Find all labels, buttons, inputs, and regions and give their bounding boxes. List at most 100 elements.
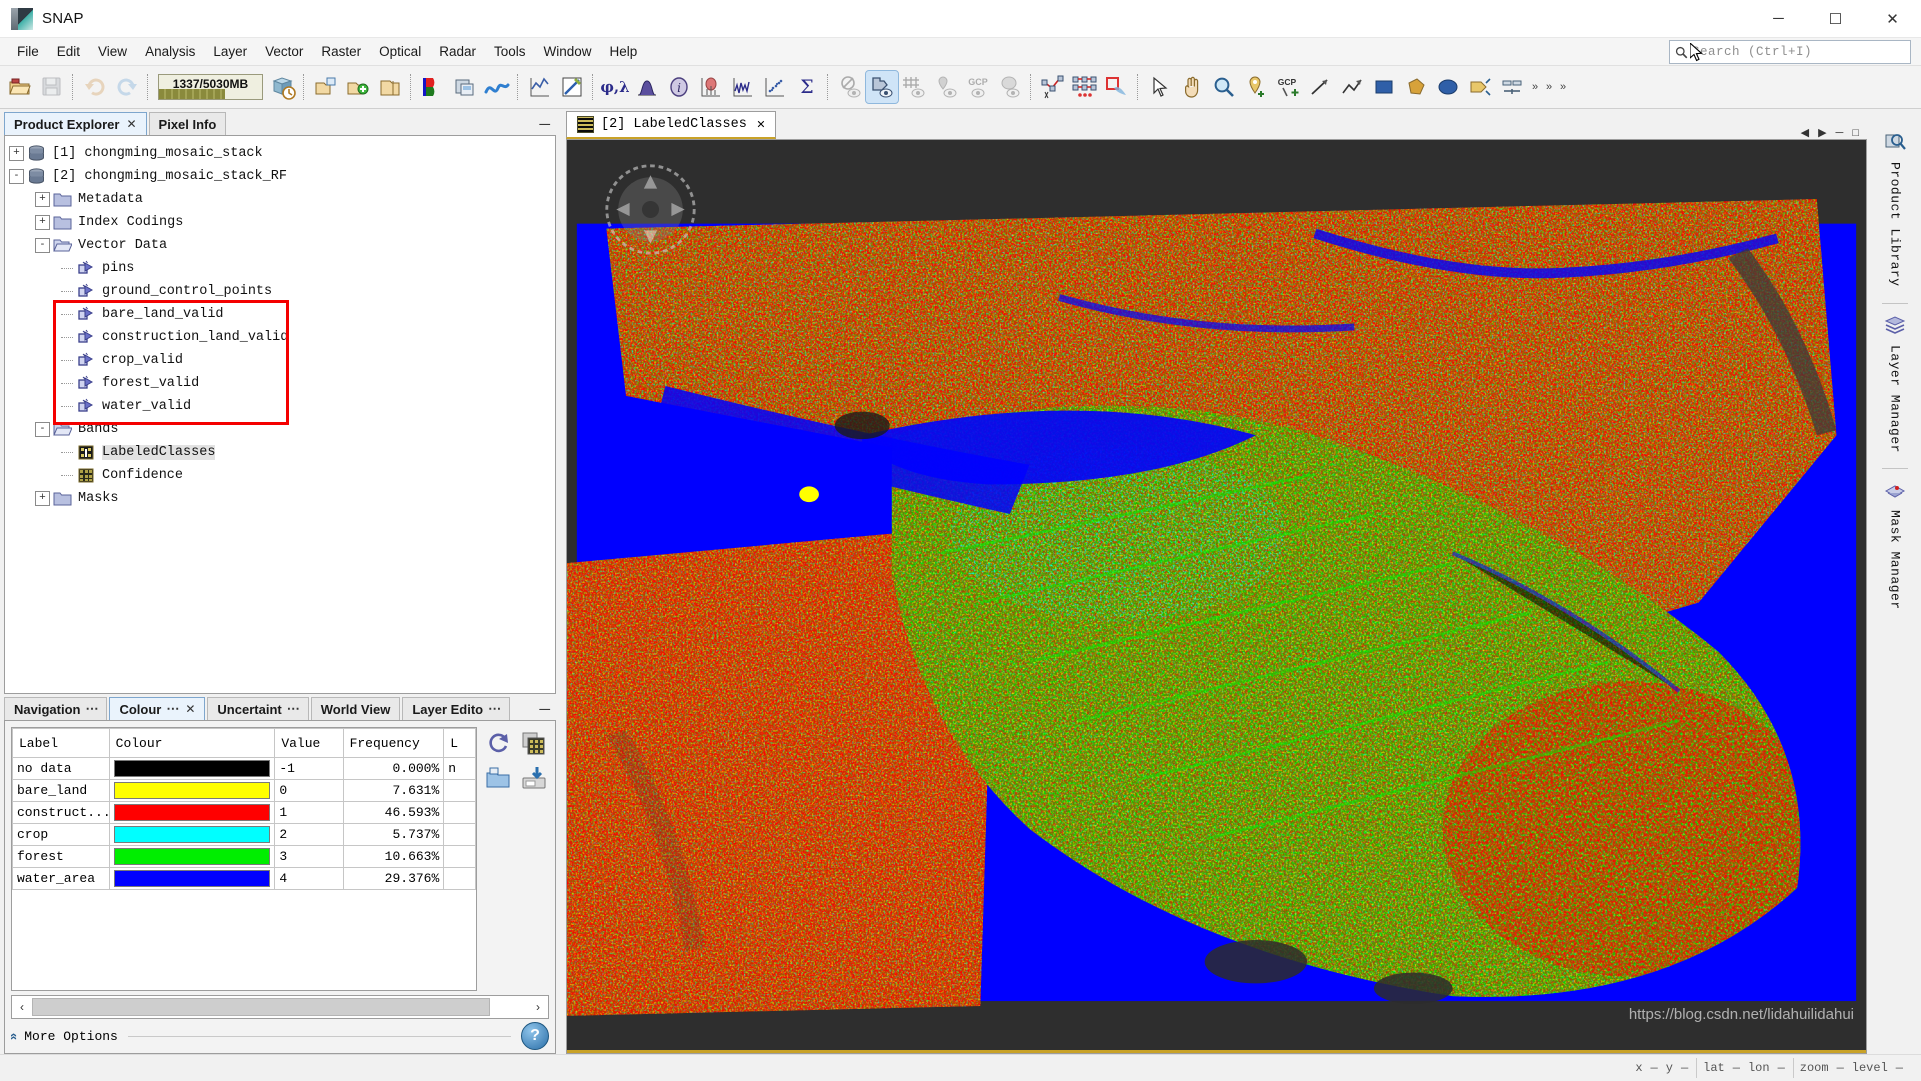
tab-uncertainty[interactable]: Uncertaint ⋯: [207, 697, 309, 720]
colour-manip-icon[interactable]: [556, 71, 588, 103]
geometry-overlay-icon[interactable]: [865, 70, 899, 104]
colour-table-wrapper[interactable]: Label Colour Value Frequency L no data -1 0.00…: [11, 727, 477, 991]
colour-table-header-l[interactable]: L: [443, 728, 476, 758]
class-label-cell[interactable]: construct...: [12, 801, 111, 824]
pin-tool-icon[interactable]: [1240, 71, 1272, 103]
tree-node-crop-valid[interactable]: crop_valid: [9, 349, 555, 372]
colour-table-header-label[interactable]: Label: [12, 728, 110, 758]
scroll-left-icon[interactable]: ‹: [12, 1000, 32, 1014]
menu-raster[interactable]: Raster: [312, 40, 370, 63]
magic-wand-icon[interactable]: [1069, 71, 1101, 103]
menu-view[interactable]: View: [89, 40, 136, 63]
class-colour-cell[interactable]: [108, 823, 276, 846]
colour-table-row[interactable]: no data -1 0.000% n: [12, 757, 476, 780]
colour-table-header-value[interactable]: Value: [274, 728, 344, 758]
more-options-label[interactable]: More Options: [24, 1029, 118, 1044]
colour-swatch[interactable]: [113, 760, 271, 777]
tree-node-masks[interactable]: + Masks: [9, 487, 555, 510]
polyline-drawing-icon[interactable]: [1037, 71, 1069, 103]
toolbar-overflow-chevron[interactable]: »: [1528, 71, 1542, 103]
explorer-minimize-button[interactable]: ─: [539, 116, 560, 135]
search-input[interactable]: Search (Ctrl+I): [1669, 40, 1911, 64]
colour-swatch[interactable]: [113, 826, 271, 843]
class-colour-cell[interactable]: [108, 867, 276, 890]
tree-node-confidence[interactable]: Confidence: [9, 464, 555, 487]
tab-navigation[interactable]: Navigation ⋯: [4, 697, 108, 720]
tree-node-forest-valid[interactable]: forest_valid: [9, 372, 555, 395]
colour-panel-minimize-button[interactable]: ─: [539, 701, 560, 720]
tab-labeledclasses-view[interactable]: [2] LabeledClasses ✕: [566, 111, 776, 139]
sidebar-item-layer-manager[interactable]: Layer Manager: [1873, 306, 1917, 467]
sidebar-item-product-library[interactable]: Product Library: [1873, 123, 1917, 301]
class-colour-cell[interactable]: [108, 845, 276, 868]
class-value-cell[interactable]: 3: [274, 845, 344, 868]
class-label-cell[interactable]: crop: [12, 823, 110, 846]
tab-world-view[interactable]: World View: [310, 697, 401, 720]
selection-tool-icon[interactable]: [1144, 71, 1176, 103]
menu-file[interactable]: File: [8, 40, 48, 63]
colour-table-row[interactable]: construct... 1 46.593%: [12, 801, 476, 824]
wavelength-icon[interactable]: [481, 71, 513, 103]
pan-tool-icon[interactable]: [1176, 71, 1208, 103]
colour-swatch[interactable]: [113, 804, 271, 821]
class-value-cell[interactable]: 0: [274, 779, 344, 802]
no-data-overlay-icon[interactable]: [834, 71, 866, 103]
scroll-tabs-right-icon[interactable]: ▶: [1818, 126, 1826, 139]
gcp-tool-icon[interactable]: GCP: [1272, 71, 1304, 103]
colour-table-row[interactable]: bare_land 0 7.631%: [12, 779, 476, 802]
class-value-cell[interactable]: 1: [274, 801, 344, 824]
colour-table-header-colour[interactable]: Colour: [108, 728, 276, 758]
class-value-cell[interactable]: 2: [274, 823, 344, 846]
polyline-tool-icon[interactable]: [1336, 71, 1368, 103]
open-product-icon[interactable]: [4, 71, 36, 103]
help-button[interactable]: ?: [521, 1022, 549, 1050]
close-icon[interactable]: ✕: [757, 116, 765, 133]
collapse-icon[interactable]: -: [9, 169, 24, 184]
close-button[interactable]: ✕: [1864, 0, 1921, 37]
tab-pixel-info[interactable]: Pixel Info: [148, 112, 227, 135]
undo-icon[interactable]: [79, 71, 111, 103]
product-time-icon[interactable]: [267, 71, 299, 103]
polygon-tool-icon[interactable]: [1400, 71, 1432, 103]
colour-table-hscrollbar[interactable]: ‹ ›: [11, 995, 549, 1019]
zoom-tool-icon[interactable]: [1208, 71, 1240, 103]
tree-node-index-codings[interactable]: + Index Codings: [9, 211, 555, 234]
scatter-plot-icon[interactable]: [759, 71, 791, 103]
class-value-cell[interactable]: 4: [274, 867, 344, 890]
tree-node-water-valid[interactable]: water_valid: [9, 395, 555, 418]
class-label-cell[interactable]: no data: [12, 757, 110, 780]
tree-node-2-chongming-mosaic-stack-rf[interactable]: - [2] chongming_mosaic_stack_RF: [9, 165, 555, 188]
tree-node-construction-land-valid[interactable]: construction_land_valid: [9, 326, 555, 349]
import-palette-icon[interactable]: [483, 763, 513, 793]
expand-icon[interactable]: +: [35, 192, 50, 207]
tab-layer-editor[interactable]: Layer Edito ⋯: [402, 697, 511, 720]
more-options-chevron-icon[interactable]: «: [7, 1032, 22, 1039]
sidebar-item-mask-manager[interactable]: Mask Manager: [1873, 471, 1917, 624]
tab-colour[interactable]: Colour ⋯ ✕: [109, 697, 206, 720]
tree-node-labeledclasses[interactable]: LabeledClasses: [9, 441, 555, 464]
menu-optical[interactable]: Optical: [370, 40, 430, 63]
range-finder-icon[interactable]: [1496, 71, 1528, 103]
scroll-right-icon[interactable]: ›: [528, 1000, 548, 1014]
menu-edit[interactable]: Edit: [48, 40, 89, 63]
menu-window[interactable]: Window: [535, 40, 601, 63]
density-plot-icon[interactable]: [695, 71, 727, 103]
product-explorer-tree[interactable]: + [1] chongming_mosaic_stack - [2] chongmin…: [4, 135, 556, 694]
tree-node-ground-control-points[interactable]: ground_control_points: [9, 280, 555, 303]
tree-node-bare-land-valid[interactable]: bare_land_valid: [9, 303, 555, 326]
mask-overlay-icon[interactable]: [994, 71, 1026, 103]
menu-tools[interactable]: Tools: [485, 40, 535, 63]
close-icon[interactable]: ✕: [126, 117, 136, 131]
view-maximize-button[interactable]: □: [1852, 127, 1859, 139]
phi-lambda-icon[interactable]: φ,λ: [599, 71, 631, 103]
menu-radar[interactable]: Radar: [430, 40, 485, 63]
profile-plot-icon[interactable]: [524, 71, 556, 103]
class-colour-cell[interactable]: [108, 801, 276, 824]
expand-icon[interactable]: +: [35, 215, 50, 230]
class-label-cell[interactable]: forest: [12, 845, 110, 868]
rectangle-tool-icon[interactable]: [1368, 71, 1400, 103]
colour-table-row[interactable]: crop 2 5.737%: [12, 823, 476, 846]
class-colour-cell[interactable]: [108, 779, 276, 802]
menu-vector[interactable]: Vector: [256, 40, 312, 63]
minimize-button[interactable]: ─: [1750, 0, 1807, 37]
